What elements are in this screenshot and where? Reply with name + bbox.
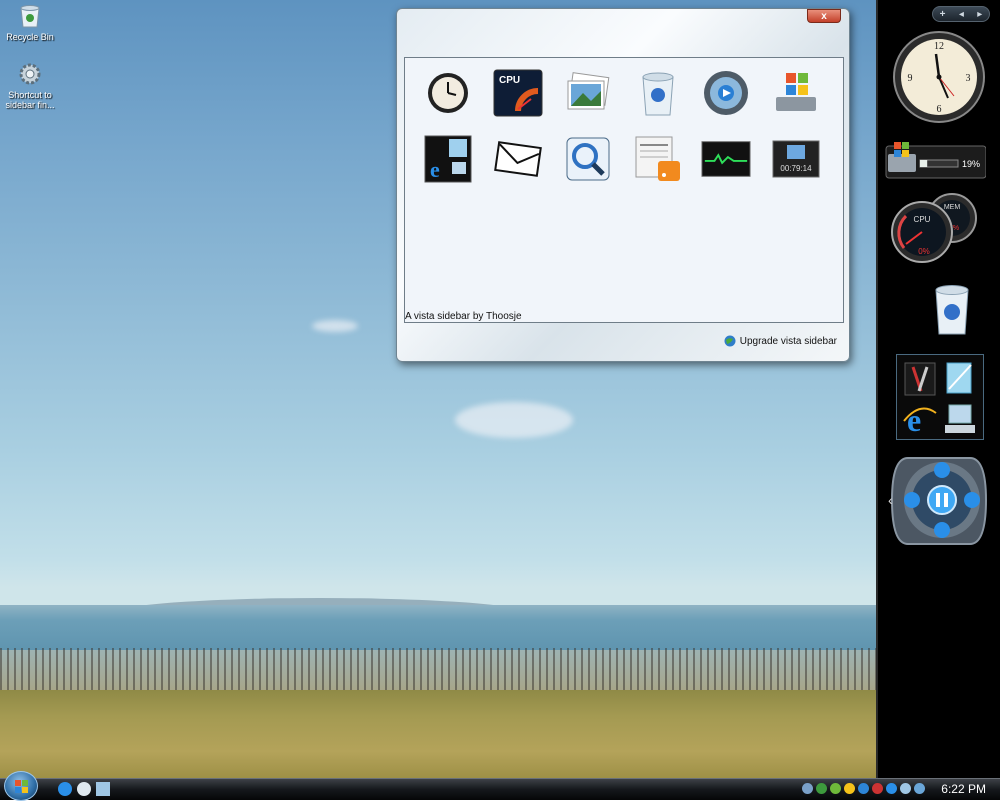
- gadget-gallery-window[interactable]: x CPU e 00:79:14 A vista sidebar by Thoo…: [396, 8, 850, 362]
- gadget-clock[interactable]: [423, 68, 473, 118]
- recycle-bin-icon: [16, 2, 44, 30]
- windows-drive-icon: 19%: [885, 142, 987, 179]
- app-launcher-gadget[interactable]: e: [896, 354, 984, 440]
- next-page-button[interactable]: ▸: [977, 9, 982, 20]
- network-monitor-icon: [701, 141, 751, 177]
- recycle-bin-icon: [935, 285, 969, 335]
- tools-icon[interactable]: [872, 783, 883, 794]
- computer-uptime-icon: 00:79:14: [772, 140, 820, 178]
- sidebar-nav: + ◂ ▸: [932, 6, 990, 22]
- internet-explorer-icon[interactable]: [58, 782, 72, 796]
- svg-text:e: e: [907, 402, 921, 437]
- cpu-meter-icon: MEM 7% CPU 0%: [891, 193, 977, 263]
- gadget-media-player[interactable]: [701, 68, 751, 118]
- recycle-bin-gadget[interactable]: [930, 280, 974, 339]
- upgrade-label: Upgrade vista sidebar: [739, 335, 837, 347]
- gadget-network-monitor[interactable]: [701, 134, 751, 184]
- media-player-icon: [890, 457, 988, 545]
- gadget-recycle-bin[interactable]: [633, 68, 683, 118]
- add-gadget-button[interactable]: +: [940, 9, 946, 20]
- desktop-wallpaper[interactable]: Recycle Bin Shortcut to sidebar fin... x…: [0, 0, 876, 778]
- svg-text:12: 12: [934, 41, 944, 52]
- svg-text:6: 6: [937, 104, 942, 115]
- gear-icon: [16, 60, 44, 88]
- gadget-uptime[interactable]: 00:79:14: [771, 134, 821, 184]
- svg-text:CPU: CPU: [499, 75, 520, 86]
- desktop-icon-sidebar-shortcut[interactable]: Shortcut to sidebar fin...: [0, 60, 60, 110]
- gadget-news-feed[interactable]: [633, 134, 683, 184]
- drive-percent: 19%: [962, 159, 980, 169]
- mail-icon: [494, 141, 542, 177]
- start-button[interactable]: [4, 771, 38, 801]
- desktop-icon-label: Recycle Bin: [6, 32, 54, 42]
- search-icon: [566, 137, 610, 181]
- slideshow-icon: [567, 72, 610, 110]
- gadget-app-launcher[interactable]: e: [423, 134, 473, 184]
- svg-text:e: e: [430, 157, 440, 182]
- globe-icon[interactable]: [844, 783, 855, 794]
- gadget-drive-meter[interactable]: [771, 68, 821, 118]
- clock-gadget[interactable]: 12 3 6 9: [892, 30, 986, 127]
- computer-icon[interactable]: [96, 782, 110, 796]
- taskbar-clock[interactable]: 6:22 PM: [941, 782, 986, 796]
- media-player-icon: [704, 71, 748, 115]
- display-icon[interactable]: [914, 783, 925, 794]
- news-feed-icon: [635, 136, 680, 181]
- windows-logo-icon: [15, 780, 28, 793]
- gadget-mail[interactable]: [493, 134, 543, 184]
- volume-icon[interactable]: [900, 783, 911, 794]
- notepad-icon[interactable]: [941, 359, 979, 400]
- gadget-cpu-meter[interactable]: CPU: [493, 68, 543, 118]
- gadget-gallery-panel: CPU e 00:79:14 A vista sidebar by Thoosj…: [404, 57, 844, 323]
- desktop-icon-recycle-bin[interactable]: Recycle Bin: [0, 2, 60, 42]
- svg-text:3: 3: [966, 73, 971, 84]
- search-icon[interactable]: [886, 783, 897, 794]
- close-button[interactable]: x: [807, 9, 841, 23]
- user-icon[interactable]: [816, 783, 827, 794]
- cpu-meter-gadget[interactable]: MEM 7% CPU 0%: [890, 192, 986, 269]
- dune-grass: [0, 690, 876, 778]
- cpu-label: CPU: [914, 215, 931, 224]
- tools-icon[interactable]: [901, 359, 939, 400]
- upgrade-link[interactable]: Upgrade vista sidebar: [724, 335, 837, 347]
- internet-explorer-icon[interactable]: e: [901, 399, 939, 440]
- cpu-meter-icon: CPU: [493, 69, 543, 117]
- cpu-value: 0%: [918, 247, 930, 256]
- globe-icon: [724, 335, 736, 347]
- gear-icon[interactable]: [802, 783, 813, 794]
- media-player-gadget[interactable]: ‹: [888, 454, 990, 551]
- quick-launch: [58, 782, 110, 796]
- uptime-text: 00:79:14: [780, 164, 812, 173]
- windows-drive-icon: [776, 73, 816, 111]
- desktop-icon-label: Shortcut to sidebar fin...: [5, 90, 55, 110]
- drive-meter-gadget[interactable]: 19%: [884, 140, 987, 180]
- prev-page-button[interactable]: ◂: [959, 9, 964, 20]
- clock-icon: 12 3 6 9: [893, 31, 985, 123]
- cloud: [455, 402, 573, 438]
- collapse-arrow[interactable]: ‹: [888, 492, 893, 508]
- close-icon: x: [821, 10, 827, 22]
- mem-label: MEM: [944, 204, 961, 211]
- app-launcher-icon: e: [424, 135, 472, 183]
- shield-icon[interactable]: [858, 783, 869, 794]
- network-icon[interactable]: [830, 783, 841, 794]
- clock-icon: [428, 73, 468, 113]
- gadget-slideshow[interactable]: [563, 68, 613, 118]
- recycle-bin-icon: [642, 72, 674, 116]
- beach-fence: [0, 648, 876, 696]
- vista-sidebar: + ◂ ▸ 12 3 6 9 19% MEM 7% CPU 0% e ‹: [876, 0, 1000, 778]
- gadget-search[interactable]: [563, 134, 613, 184]
- credit-text: A vista sidebar by Thoosje: [405, 311, 522, 322]
- taskbar: 6:22 PM: [0, 771, 1000, 801]
- cloud: [312, 320, 358, 332]
- computer-icon[interactable]: [941, 399, 979, 440]
- media-icon[interactable]: [77, 782, 91, 796]
- svg-text:9: 9: [908, 73, 913, 84]
